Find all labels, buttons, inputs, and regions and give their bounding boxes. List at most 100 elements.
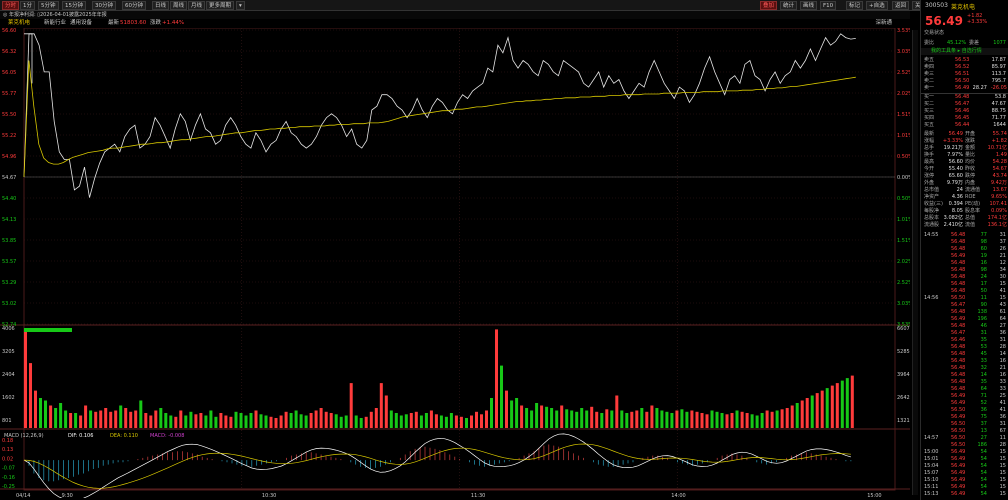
bid-label: 买四 xyxy=(924,115,935,121)
period-tab-6[interactable]: 日线 xyxy=(152,1,170,10)
industry-label[interactable]: 新能行业 xyxy=(44,19,66,28)
period-tab-9[interactable]: 更多周期 xyxy=(206,1,235,10)
tick-price: 56.49 xyxy=(951,400,966,406)
volume-bar xyxy=(349,383,353,428)
tick-price: 56.48 xyxy=(951,274,966,280)
ask-price: 56.53 xyxy=(955,57,970,63)
volume-bar xyxy=(304,415,308,428)
macd-tick-label: 0.02 xyxy=(2,456,13,462)
period-tab-10[interactable]: ▾ xyxy=(236,1,245,10)
scrollbar[interactable] xyxy=(912,30,918,495)
tool-button-5[interactable]: +自选 xyxy=(866,1,888,10)
volume-bar xyxy=(214,416,218,428)
period-tab-0[interactable]: 分时 xyxy=(2,1,20,10)
tick-count: 43 xyxy=(999,302,1006,308)
ask-change: -26.05 xyxy=(990,85,1007,91)
tool-button-4[interactable]: 标记 xyxy=(846,1,864,10)
tick-row: 56.50 186 28 xyxy=(921,442,1008,449)
tick-row: 56.48 16 12 xyxy=(921,260,1008,267)
ask-price: 56.50 xyxy=(955,78,970,84)
chart-area[interactable]: 56.60 3.53% 56.32 3.03% 56.05 2.52% 55.77 2.02%… xyxy=(0,27,913,500)
tick-price: 56.50 xyxy=(951,435,966,441)
stat-label-2: 金额 xyxy=(965,145,976,151)
period-tab-4[interactable]: 30分钟 xyxy=(92,1,116,10)
volume-bar xyxy=(625,413,629,428)
stat-label-2: 昨收 xyxy=(965,166,976,172)
tick-row: 56.49 75 36 xyxy=(921,414,1008,421)
bid-row: 买五 56.44 1644 xyxy=(921,122,1008,129)
price-tick-label: 53.57 xyxy=(2,259,16,265)
tool-button-6[interactable]: 返回 xyxy=(892,1,910,10)
tool-button-0[interactable]: 叠加 xyxy=(760,1,778,10)
time-tick-label: 04/14 xyxy=(16,493,30,498)
intraday-chart[interactable]: 56.60 3.53% 56.32 3.03% 56.05 2.52% 55.77 2.02%… xyxy=(0,27,913,500)
tick-count: 15 xyxy=(999,470,1006,476)
industry-extra[interactable]: 通用设备 xyxy=(70,19,92,28)
tick-volume: 196 xyxy=(977,316,987,322)
volume-bar xyxy=(660,410,664,428)
tick-row: 56.49 19 21 xyxy=(921,253,1008,260)
tick-price: 56.48 xyxy=(951,323,966,329)
bid-price: 56.45 xyxy=(955,115,970,121)
tick-count: 31 xyxy=(999,337,1006,343)
tick-volume: 98 xyxy=(980,267,987,273)
tick-volume: 11 xyxy=(980,295,987,301)
stat-row: 总手 19.21万 金额 10.71亿 xyxy=(921,145,1008,152)
tick-time: 15:00 xyxy=(924,449,939,455)
stat-row: 今开 55.40 昨收 54.67 xyxy=(921,166,1008,173)
percent-tick-label: 2.52% xyxy=(897,280,910,286)
bid-row: 买一 56.48 53.8 xyxy=(921,94,1008,101)
tick-volume: 98 xyxy=(980,239,987,245)
volume-bar xyxy=(354,415,358,428)
volume-bar xyxy=(169,415,173,428)
stat-value-2: 54.28 xyxy=(992,159,1007,165)
tick-count: 15 xyxy=(999,456,1006,462)
volume-bar xyxy=(299,414,303,428)
volume-tick-label: 801 xyxy=(2,418,12,424)
tick-price: 56.48 xyxy=(951,386,966,392)
volume-bar xyxy=(765,410,769,428)
tick-price: 56.48 xyxy=(951,309,966,315)
tick-row: 56.48 50 41 xyxy=(921,288,1008,295)
volume-bar xyxy=(374,408,378,428)
period-tab-2[interactable]: 5分钟 xyxy=(38,1,59,10)
tick-row: 56.48 98 34 xyxy=(921,267,1008,274)
tool-button-3[interactable]: F10 xyxy=(820,1,837,10)
tick-volume: 52 xyxy=(980,400,987,406)
percent-tick-label: 0.50% xyxy=(897,154,910,160)
period-tab-8[interactable]: 月线 xyxy=(188,1,206,10)
tick-row: 56.48 35 33 xyxy=(921,379,1008,386)
period-tab-5[interactable]: 60分钟 xyxy=(122,1,146,10)
ask-label: 卖四 xyxy=(924,64,935,70)
volume-bar xyxy=(89,410,93,428)
volume-bar xyxy=(84,405,88,428)
volume-bar xyxy=(515,398,519,428)
tick-count: 15 xyxy=(999,463,1006,469)
stat-label-2: 量比 xyxy=(965,152,976,158)
tick-row: 56.47 90 43 xyxy=(921,302,1008,309)
tick-volume: 27 xyxy=(980,435,987,441)
volume-bar xyxy=(615,395,619,428)
tick-count: 34 xyxy=(999,267,1006,273)
stock-code: 300503 xyxy=(925,2,948,9)
volume-bar xyxy=(700,413,704,428)
stat-label-2: 流值 xyxy=(965,222,976,228)
volume-bar xyxy=(209,410,213,428)
period-tab-7[interactable]: 周线 xyxy=(170,1,188,10)
ask-price: 56.49 xyxy=(955,85,970,91)
volume-bar xyxy=(414,411,418,428)
tool-button-1[interactable]: 统计 xyxy=(780,1,798,10)
period-tab-1[interactable]: 1分 xyxy=(20,1,35,10)
volume-bar xyxy=(64,410,68,428)
tick-volume: 54 xyxy=(980,477,987,483)
stat-label-2: PE(动) xyxy=(965,201,981,207)
toolbar: 分时 1分 5分钟 15分钟 30分钟 60分钟 日线 周线 月线 更多周期 ▾ 叠加 统计 画线 F10 标… xyxy=(0,0,1008,11)
tool-button-2[interactable]: 画线 xyxy=(800,1,818,10)
tick-row: 14:57 56.50 27 11 xyxy=(921,435,1008,442)
volume-bar xyxy=(199,413,203,428)
stat-label: 最新 xyxy=(924,131,935,137)
volume-tick-label: 1602 xyxy=(2,395,15,401)
period-tab-3[interactable]: 15分钟 xyxy=(62,1,86,10)
volume-bar xyxy=(439,415,443,428)
bid-label: 买二 xyxy=(924,101,935,107)
